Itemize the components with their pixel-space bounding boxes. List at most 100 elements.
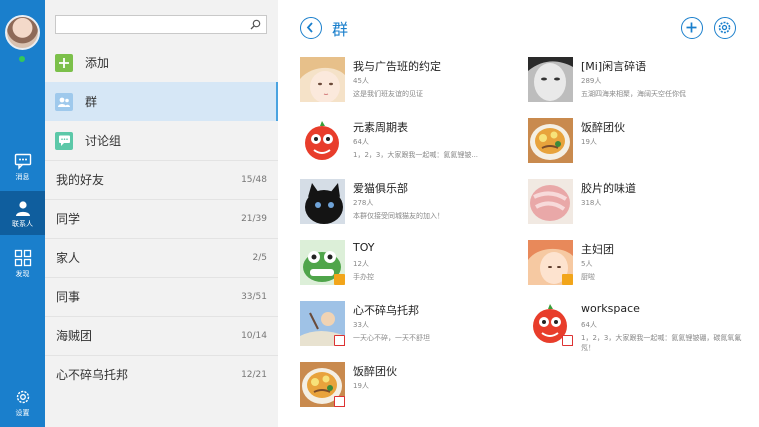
- group-card[interactable]: workspace 64人 1，2，3，大家跟我一起喊：氦氦锂铍硼，碳氮氧氟氖！: [528, 301, 748, 353]
- menu-add-label: 添加: [85, 56, 110, 70]
- group-member-count: 5人: [581, 260, 593, 268]
- group-avatar: [300, 57, 345, 102]
- group-name: 爱猫俱乐部: [353, 182, 408, 195]
- friend-group-name: 心不碎乌托邦: [56, 368, 129, 382]
- nav-item-discover[interactable]: 发现: [0, 241, 45, 285]
- message-icon: [14, 153, 31, 170]
- add-group-button[interactable]: [681, 17, 703, 39]
- group-name: [Mi]闲言碎语: [581, 60, 647, 73]
- group-name: 胶片的味道: [581, 182, 636, 195]
- friend-group-count: 21/39: [241, 213, 267, 224]
- contact-icon: [15, 200, 30, 216]
- group-member-count: 12人: [353, 260, 369, 268]
- discussion-icon: [55, 131, 73, 150]
- plus-icon: [686, 22, 697, 33]
- group-member-count: 289人: [581, 77, 602, 85]
- app-window: 消息 联系人 发现 设置 添加 群 讨论组 我的好友 15/48 同学 21/3…: [0, 0, 759, 427]
- friend-group-count: 2/5: [252, 252, 267, 263]
- friend-group-row[interactable]: 家人 2/5: [45, 238, 278, 277]
- menu-add[interactable]: 添加: [45, 43, 278, 82]
- group-member-count: 45人: [353, 77, 369, 85]
- group-card[interactable]: 主妇团 5人厨啦: [528, 240, 748, 292]
- pin-icon: [334, 274, 345, 285]
- nav-label-settings: 设置: [15, 408, 30, 417]
- nav-item-messages[interactable]: 消息: [0, 144, 45, 188]
- menu-groups-label: 群: [85, 95, 98, 109]
- group-card[interactable]: 饭醉团伙 19人: [300, 362, 520, 414]
- chevron-left-icon: [306, 22, 313, 33]
- gear-icon: [718, 21, 731, 34]
- grid-icon: [14, 249, 31, 266]
- nav-label-contacts: 联系人: [12, 219, 33, 228]
- friend-group-row[interactable]: 心不碎乌托邦 12/21: [45, 355, 278, 394]
- group-member-count: 64人: [353, 138, 369, 146]
- group-name: 心不碎乌托邦: [353, 304, 419, 317]
- mute-icon: [562, 335, 573, 346]
- add-icon: [55, 53, 73, 72]
- group-avatar: [528, 57, 573, 102]
- mute-icon: [334, 335, 345, 346]
- group-icon: [55, 92, 73, 111]
- contacts-panel: 添加 群 讨论组 我的好友 15/48 同学 21/39 家人 2/5 同事 3…: [45, 0, 278, 427]
- friend-group-name: 同事: [56, 290, 81, 304]
- group-card[interactable]: 心不碎乌托邦 33人 一天心不碎，一天不舒坦: [300, 301, 520, 353]
- group-name: 我与广告班的约定: [353, 60, 441, 73]
- nav-rail: 消息 联系人 发现 设置: [0, 0, 45, 427]
- group-name: 主妇团: [581, 243, 614, 256]
- group-card[interactable]: 爱猫俱乐部 278人 本群仅接受同城猫友的加入！: [300, 179, 520, 231]
- nav-label-messages: 消息: [15, 172, 30, 181]
- back-button[interactable]: [300, 17, 322, 39]
- group-name: workspace: [581, 302, 640, 315]
- group-description: 五湖四海来相聚，海阔天空任你侃: [581, 90, 686, 98]
- pin-icon: [562, 274, 573, 285]
- group-avatar: [300, 301, 345, 346]
- group-avatar: [528, 179, 573, 224]
- group-member-count: 64人: [581, 321, 597, 329]
- group-avatar: [300, 118, 345, 163]
- group-card[interactable]: 元素周期表 64人 1，2，3，大家跟我一起喊：氦氦锂铍...: [300, 118, 520, 170]
- menu-discussion-label: 讨论组: [85, 134, 122, 148]
- menu-discussion[interactable]: 讨论组: [45, 121, 278, 160]
- gear-icon: [16, 390, 29, 403]
- group-avatar: [300, 362, 345, 407]
- search-input[interactable]: [55, 15, 267, 34]
- group-avatar: [300, 179, 345, 224]
- friend-group-row[interactable]: 同事 33/51: [45, 277, 278, 316]
- page-title: 群: [332, 20, 349, 39]
- group-description: 厨啦: [581, 273, 595, 281]
- friend-group-count: 10/14: [241, 330, 267, 341]
- group-member-count: 19人: [581, 138, 597, 146]
- group-avatar: [528, 118, 573, 163]
- friend-group-row[interactable]: 同学 21/39: [45, 199, 278, 238]
- group-description: 1，2，3，大家跟我一起喊：氦氦锂铍...: [353, 151, 479, 159]
- group-card[interactable]: 饭醉团伙 19人: [528, 118, 748, 170]
- nav-item-contacts[interactable]: 联系人: [0, 191, 45, 235]
- nav-item-settings[interactable]: 设置: [0, 380, 45, 424]
- group-card[interactable]: [Mi]闲言碎语 289人五湖四海来相聚，海阔天空任你侃: [528, 57, 748, 109]
- friend-group-name: 我的好友: [56, 173, 105, 187]
- group-card[interactable]: TOY 12人 手办控: [300, 240, 520, 292]
- group-member-count: 318人: [581, 199, 602, 207]
- group-name: 饭醉团伙: [581, 121, 625, 134]
- group-card[interactable]: 胶片的味道 318人: [528, 179, 748, 231]
- group-name: 饭醉团伙: [353, 365, 397, 378]
- friend-group-name: 同学: [56, 212, 81, 226]
- friend-group-name: 家人: [56, 251, 81, 265]
- friend-group-row[interactable]: 海贼团 10/14: [45, 316, 278, 355]
- friend-group-row[interactable]: 我的好友 15/48: [45, 160, 278, 199]
- friend-group-count: 33/51: [241, 291, 267, 302]
- friend-group-name: 海贼团: [56, 329, 93, 343]
- mute-icon: [334, 396, 345, 407]
- menu-groups[interactable]: 群: [45, 82, 278, 121]
- friend-group-count: 12/21: [241, 369, 267, 380]
- avatar[interactable]: [5, 15, 40, 50]
- nav-label-discover: 发现: [15, 269, 30, 278]
- group-card[interactable]: 我与广告班的约定 45人 这是我们班友谊的见证: [300, 57, 520, 109]
- groups-panel: 群 我与广告班的约定 45人 这是我们班友谊的见证 元素周期表 64人 1，2，3，大家跟…: [278, 0, 759, 427]
- group-avatar: [528, 301, 573, 346]
- group-settings-button[interactable]: [714, 17, 736, 39]
- search-icon[interactable]: [250, 19, 261, 30]
- group-name: 元素周期表: [353, 121, 408, 134]
- online-status-dot: [19, 56, 25, 62]
- group-avatar: [300, 240, 345, 285]
